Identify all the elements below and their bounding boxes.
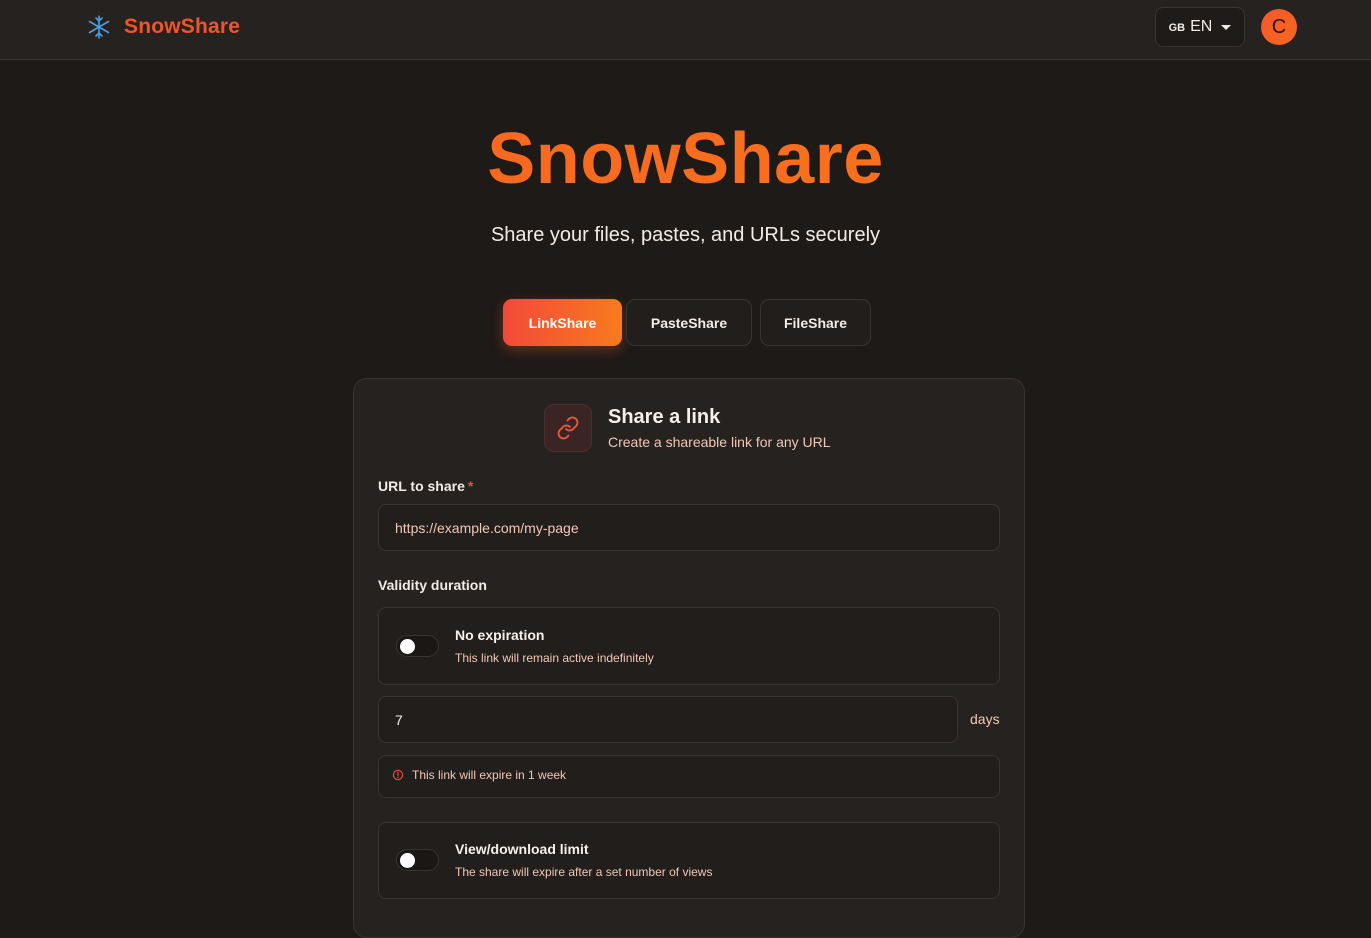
brand-name: SnowShare bbox=[124, 15, 241, 38]
hero-subtitle: Share your files, pastes, and URLs secur… bbox=[490, 224, 881, 246]
view-limit-panel: View/download limit The share will expir… bbox=[378, 822, 1000, 899]
no-expiration-title: No expiration bbox=[455, 627, 545, 643]
no-expiration-panel: No expiration This link will remain acti… bbox=[378, 607, 1000, 685]
duration-input[interactable]: 7 bbox=[378, 696, 958, 743]
avatar[interactable]: C bbox=[1261, 9, 1297, 45]
view-limit-description: The share will expire after a set number… bbox=[455, 865, 713, 879]
url-placeholder: https://example.com/my-page bbox=[395, 519, 579, 536]
expiry-notice-text: This link will expire in 1 week bbox=[412, 768, 567, 782]
expiry-notice: This link will expire in 1 week bbox=[378, 755, 1000, 798]
required-marker: * bbox=[467, 478, 474, 494]
card-title: Share a link bbox=[608, 406, 721, 428]
link-icon bbox=[544, 404, 592, 452]
validity-label: Validity duration bbox=[378, 577, 487, 593]
tab-pasteshare[interactable]: PasteShare bbox=[626, 299, 752, 346]
duration-value: 7 bbox=[395, 711, 403, 728]
share-link-card: Share a link Create a shareable link for… bbox=[353, 378, 1025, 938]
toggle-knob bbox=[400, 853, 415, 868]
view-limit-toggle[interactable] bbox=[396, 849, 439, 871]
snowflake-icon bbox=[88, 15, 110, 39]
url-label-text: URL to share bbox=[378, 478, 465, 494]
url-input[interactable]: https://example.com/my-page bbox=[378, 504, 1000, 551]
brand[interactable]: SnowShare bbox=[86, 12, 240, 42]
duration-unit: days bbox=[970, 711, 1000, 727]
card-subtitle: Create a shareable link for any URL bbox=[608, 434, 831, 450]
share-type-tabs: LinkShare PasteShare FileShare bbox=[503, 299, 871, 347]
hero-title: SnowShare bbox=[0, 118, 1371, 200]
expiry-notice-row: This link will expire in 1 week bbox=[392, 768, 566, 782]
alert-circle-icon bbox=[392, 769, 404, 781]
language-selector[interactable]: GB EN bbox=[1155, 7, 1245, 47]
chevron-down-icon bbox=[1221, 24, 1232, 30]
card-header: Share a link Create a shareable link for… bbox=[544, 404, 831, 452]
tab-fileshare[interactable]: FileShare bbox=[760, 299, 871, 346]
top-bar: SnowShare GB EN C bbox=[0, 0, 1371, 60]
no-expiration-toggle[interactable] bbox=[396, 635, 439, 657]
view-limit-title: View/download limit bbox=[455, 841, 589, 857]
flag-icon: GB bbox=[1168, 22, 1186, 34]
toggle-knob bbox=[400, 639, 415, 654]
no-expiration-description: This link will remain active indefinitel… bbox=[455, 651, 654, 665]
tab-linkshare[interactable]: LinkShare bbox=[503, 299, 622, 346]
url-label: URL to share * bbox=[378, 478, 473, 494]
language-code: EN bbox=[1190, 18, 1213, 35]
